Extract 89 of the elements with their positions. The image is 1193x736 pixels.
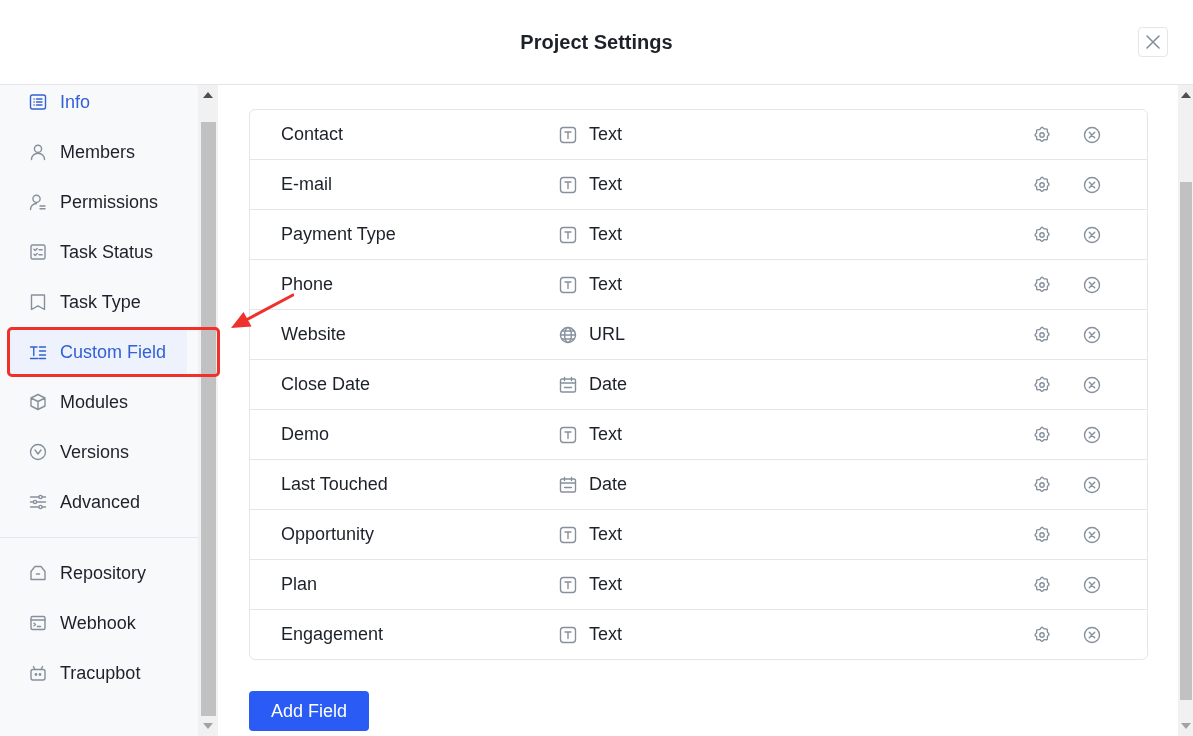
sidebar-item[interactable]: Task Status <box>10 227 187 277</box>
globe-icon <box>558 324 578 345</box>
settings-icon <box>1032 274 1052 295</box>
field-name: Demo <box>281 423 330 446</box>
settings-icon <box>1032 124 1052 145</box>
sidebar-item[interactable]: Versions <box>10 427 187 477</box>
remove-icon <box>1082 574 1102 595</box>
settings-icon <box>1032 174 1052 195</box>
settings-icon <box>1032 374 1052 395</box>
calendar-icon <box>558 374 578 395</box>
text-type-icon <box>558 574 578 595</box>
remove-icon <box>1082 424 1102 445</box>
scroll-up-icon[interactable] <box>1180 92 1191 98</box>
settings-icon <box>1032 324 1052 345</box>
field-type: Text <box>589 123 622 146</box>
field-name: Contact <box>281 123 345 146</box>
text-type-icon <box>558 124 578 145</box>
field-name: Phone <box>281 273 335 296</box>
user-lines-icon <box>28 192 48 212</box>
settings-icon <box>1032 474 1052 495</box>
field-name: Payment Type <box>281 223 397 246</box>
field-type: URL <box>589 323 625 346</box>
close-button[interactable] <box>1138 27 1168 57</box>
field-type: Date <box>589 473 628 496</box>
sidebar-item[interactable]: Advanced <box>10 477 187 527</box>
sidebar-item[interactable]: Permissions <box>10 177 187 227</box>
field-type: Text <box>589 623 622 646</box>
field-type: Text <box>589 273 622 296</box>
remove-icon <box>1082 374 1102 395</box>
remove-icon <box>1082 174 1102 195</box>
bookmark-icon <box>28 292 48 312</box>
text-type-icon <box>558 274 578 295</box>
remove-icon <box>1082 274 1102 295</box>
scrollbar-thumb[interactable] <box>1179 182 1192 700</box>
text-type-icon <box>558 524 578 545</box>
text-type-icon <box>558 224 578 245</box>
field-name: Last Touched <box>281 473 389 496</box>
remove-icon <box>1082 524 1102 545</box>
text-type-icon <box>558 624 578 645</box>
field-name: Engagement <box>281 623 385 646</box>
field-name: Close Date <box>281 373 372 396</box>
field-type: Text <box>589 523 622 546</box>
field-name: Plan <box>281 573 319 596</box>
field-type: Text <box>589 223 622 246</box>
field-type: Text <box>589 573 622 596</box>
terminal-window-icon <box>28 613 48 633</box>
field-name: E-mail <box>281 173 333 196</box>
field-name: Opportunity <box>281 523 376 546</box>
remove-icon <box>1082 224 1102 245</box>
settings-icon <box>1032 524 1052 545</box>
cube-icon <box>28 392 48 412</box>
text-type-icon <box>558 424 578 445</box>
scrollbar[interactable] <box>198 85 218 736</box>
remove-icon <box>1082 324 1102 345</box>
sidebar-item[interactable]: Modules <box>10 377 187 427</box>
robot-icon <box>28 663 48 683</box>
sidebar-item[interactable]: Task Type <box>10 277 187 327</box>
scrollbar-thumb[interactable] <box>200 122 216 716</box>
calendar-icon <box>558 474 578 495</box>
text-type-icon <box>558 174 578 195</box>
close-icon <box>1146 35 1160 49</box>
field-name: Website <box>281 323 347 346</box>
remove-icon <box>1082 624 1102 645</box>
user-icon <box>28 142 48 162</box>
dialog-title: Project Settings <box>520 32 673 52</box>
sidebar-item[interactable]: Repository <box>10 548 187 598</box>
settings-icon <box>1032 424 1052 445</box>
field-type: Date <box>589 373 628 396</box>
house-icon <box>28 563 48 583</box>
scroll-up-icon[interactable] <box>203 92 213 98</box>
chevron-circle-icon <box>28 442 48 462</box>
field-type: Text <box>589 173 622 196</box>
scrollbar[interactable] <box>1178 85 1193 736</box>
settings-icon <box>1032 574 1052 595</box>
sidebar-item[interactable]: Webhook <box>10 598 187 648</box>
remove-icon <box>1082 474 1102 495</box>
settings-icon <box>1032 224 1052 245</box>
checklist-icon <box>28 242 48 262</box>
sidebar-item[interactable]: Members <box>10 127 187 177</box>
remove-icon <box>1082 124 1102 145</box>
field-type: Text <box>589 423 622 446</box>
settings-icon <box>1032 624 1052 645</box>
scroll-down-icon[interactable] <box>203 723 213 729</box>
scroll-down-icon[interactable] <box>1180 723 1191 729</box>
sidebar-item[interactable]: Tracupbot <box>10 648 187 698</box>
sidebar-item[interactable]: Info <box>10 85 187 119</box>
sliders-icon <box>28 492 48 512</box>
add-field-button[interactable]: Add Field <box>249 691 369 731</box>
list-icon <box>28 92 48 112</box>
